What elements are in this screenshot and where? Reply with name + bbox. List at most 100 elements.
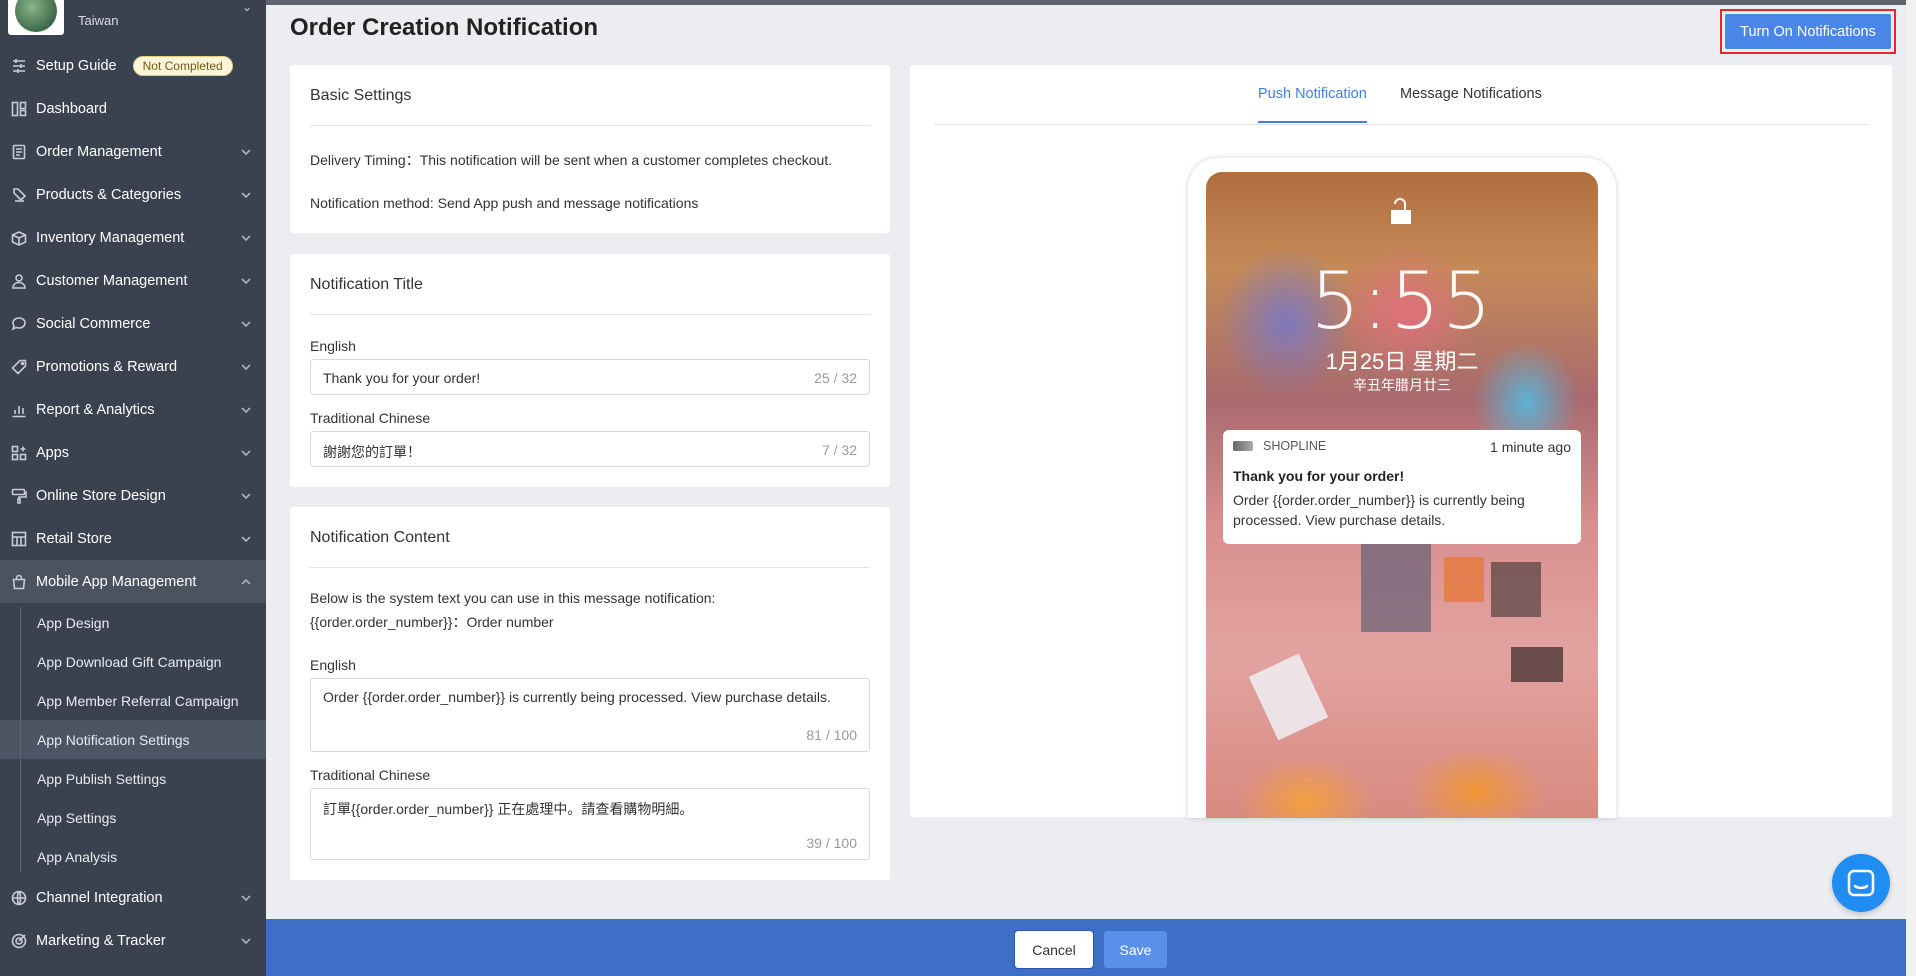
- tab-message-notifications[interactable]: Message Notifications: [1400, 86, 1542, 121]
- lock-screen-date: 1月25日 星期二: [1325, 349, 1479, 374]
- sidebar-item-channel-integration[interactable]: Channel Integration: [0, 876, 266, 919]
- notification-title-card: Notification Title English Thank you for…: [290, 254, 890, 487]
- wall-poster: [1361, 542, 1431, 632]
- chinese-content-label: Traditional Chinese: [310, 767, 431, 783]
- sidebar-item-label: Promotions & Reward: [36, 358, 178, 375]
- chart-icon: [10, 401, 28, 419]
- card-title: Basic Settings: [310, 87, 412, 104]
- sidebar-item-retail-store[interactable]: Retail Store: [0, 517, 266, 560]
- sidebar-item-promotions[interactable]: Promotions & Reward: [0, 345, 266, 388]
- sidebar-subitem-app-notification-settings[interactable]: App Notification Settings: [0, 720, 266, 759]
- order-icon: [10, 143, 28, 161]
- sidebar-subitem-app-design[interactable]: App Design: [0, 603, 266, 642]
- turn-on-highlight: Turn On Notifications: [1720, 9, 1896, 54]
- sidebar-subitem-app-download-gift[interactable]: App Download Gift Campaign: [0, 642, 266, 681]
- sidebar-item-reports[interactable]: Report & Analytics: [0, 388, 266, 431]
- sidebar-item-dashboard[interactable]: Dashboard: [0, 87, 266, 130]
- divider: [310, 125, 870, 126]
- chevron-down-icon: [240, 361, 252, 373]
- sidebar-item-label: Inventory Management: [36, 229, 185, 246]
- store-switcher[interactable]: Taiwan ⌄: [0, 0, 266, 44]
- sidebar-item-label: Dashboard: [36, 100, 107, 117]
- chevron-down-icon: [240, 447, 252, 459]
- preview-panel: Push Notification Message Notifications …: [910, 65, 1892, 818]
- chat-icon: [10, 315, 28, 333]
- bottom-nav: Channel Integration Marketing & Tracker: [0, 876, 266, 962]
- sidebar-subitem-app-publish-settings[interactable]: App Publish Settings: [0, 759, 266, 798]
- sidebar-item-label: Channel Integration: [36, 889, 163, 906]
- english-title-label: English: [310, 338, 356, 354]
- cancel-button[interactable]: Cancel: [1014, 930, 1094, 969]
- english-content-label: English: [310, 657, 356, 673]
- sidebar-item-label: Marketing & Tracker: [36, 932, 166, 949]
- setup-icon: [10, 57, 28, 75]
- store-name: [78, 0, 118, 5]
- english-content-textarea[interactable]: Order {{order.order_number}} is currentl…: [310, 678, 870, 752]
- target-icon: [10, 932, 28, 950]
- box-icon: [10, 229, 28, 247]
- support-chat-button[interactable]: [1832, 854, 1890, 912]
- chinese-title-input[interactable]: 謝謝您的訂單！ 7 / 32: [310, 431, 870, 467]
- wall-poster: [1511, 647, 1563, 682]
- notification-time: 1 minute ago: [1490, 439, 1571, 455]
- chat-icon: [1847, 869, 1875, 897]
- mobile-app-subnav: App Design App Download Gift Campaign Ap…: [0, 603, 266, 876]
- chevron-down-icon: [240, 275, 252, 287]
- lock-screen: 5:55 1月25日 星期二 辛丑年腊月廿三 SHOPLINE 1 minute…: [1206, 172, 1598, 818]
- chevron-down-icon: [240, 404, 252, 416]
- chevron-down-icon: [240, 189, 252, 201]
- save-button[interactable]: Save: [1104, 931, 1167, 968]
- sidebar-item-order-management[interactable]: Order Management: [0, 130, 266, 173]
- char-count: 81 / 100: [806, 727, 857, 743]
- notification-app-name: SHOPLINE: [1263, 439, 1327, 453]
- turn-on-notifications-button[interactable]: Turn On Notifications: [1725, 14, 1891, 49]
- order-number-variable: {{order.order_number}}：Order number: [310, 614, 554, 630]
- sidebar-item-mobile-app-management[interactable]: Mobile App Management: [0, 560, 266, 603]
- push-notification-card: SHOPLINE 1 minute ago Thank you for your…: [1223, 430, 1581, 544]
- sidebar-item-label: Mobile App Management: [36, 573, 197, 590]
- tab-push-notification[interactable]: Push Notification: [1258, 86, 1367, 123]
- wall-poster: [1491, 562, 1541, 617]
- store-region: Taiwan: [78, 12, 119, 28]
- lock-screen-lunar-date: 辛丑年腊月廿三: [1353, 377, 1451, 393]
- sidebar-item-products[interactable]: Products & Categories: [0, 173, 266, 216]
- textarea-value: 訂單{{order.order_number}} 正在處理中。請查看購物明細。: [323, 801, 694, 817]
- user-icon: [10, 272, 28, 290]
- divider: [310, 567, 870, 568]
- card-title: Notification Title: [310, 276, 423, 293]
- textarea-value: Order {{order.order_number}} is currentl…: [323, 689, 831, 705]
- page-title: Order Creation Notification: [290, 14, 599, 41]
- sidebar-item-label: Setup Guide: [36, 57, 117, 74]
- chevron-up-icon: [240, 576, 252, 588]
- brush-icon: [10, 487, 28, 505]
- divider: [310, 314, 870, 315]
- lock-screen-time: 5:55: [1310, 257, 1494, 347]
- phone-mockup: 5:55 1月25日 星期二 辛丑年腊月廿三 SHOPLINE 1 minute…: [1188, 158, 1616, 818]
- english-title-input[interactable]: Thank you for your order! 25 / 32: [310, 359, 870, 395]
- scrollbar[interactable]: [1906, 0, 1916, 976]
- content-intro-text: Below is the system text you can use in …: [310, 590, 716, 606]
- tag-icon: [10, 186, 28, 204]
- chevron-down-icon: [240, 318, 252, 330]
- input-value: 謝謝您的訂單！: [323, 444, 421, 460]
- sidebar-item-customers[interactable]: Customer Management: [0, 259, 266, 302]
- wall-poster: [1444, 557, 1484, 602]
- sidebar-subitem-app-settings[interactable]: App Settings: [0, 798, 266, 837]
- chinese-title-label: Traditional Chinese: [310, 410, 431, 426]
- sidebar-item-setup-guide[interactable]: Setup Guide Not Completed: [0, 44, 266, 87]
- sidebar-subitem-app-analysis[interactable]: App Analysis: [0, 837, 266, 876]
- tab-divider: [934, 124, 1868, 125]
- sidebar-item-social-commerce[interactable]: Social Commerce: [0, 302, 266, 345]
- main-nav: Setup Guide Not Completed Dashboard Orde…: [0, 44, 266, 603]
- chinese-content-textarea[interactable]: 訂單{{order.order_number}} 正在處理中。請查看購物明細。 …: [310, 788, 870, 860]
- sidebar-item-online-store-design[interactable]: Online Store Design: [0, 474, 266, 517]
- sidebar-item-label: Retail Store: [36, 530, 112, 547]
- sidebar-item-marketing-tracker[interactable]: Marketing & Tracker: [0, 919, 266, 962]
- unlock-icon: [1391, 198, 1411, 224]
- sidebar: Taiwan ⌄ Setup Guide Not Completed Dashb…: [0, 0, 266, 976]
- sidebar-item-inventory[interactable]: Inventory Management: [0, 216, 266, 259]
- sidebar-item-label: Order Management: [36, 143, 162, 160]
- sidebar-item-label: Social Commerce: [36, 315, 151, 332]
- sidebar-subitem-app-member-referral[interactable]: App Member Referral Campaign: [0, 681, 266, 720]
- sidebar-item-apps[interactable]: Apps: [0, 431, 266, 474]
